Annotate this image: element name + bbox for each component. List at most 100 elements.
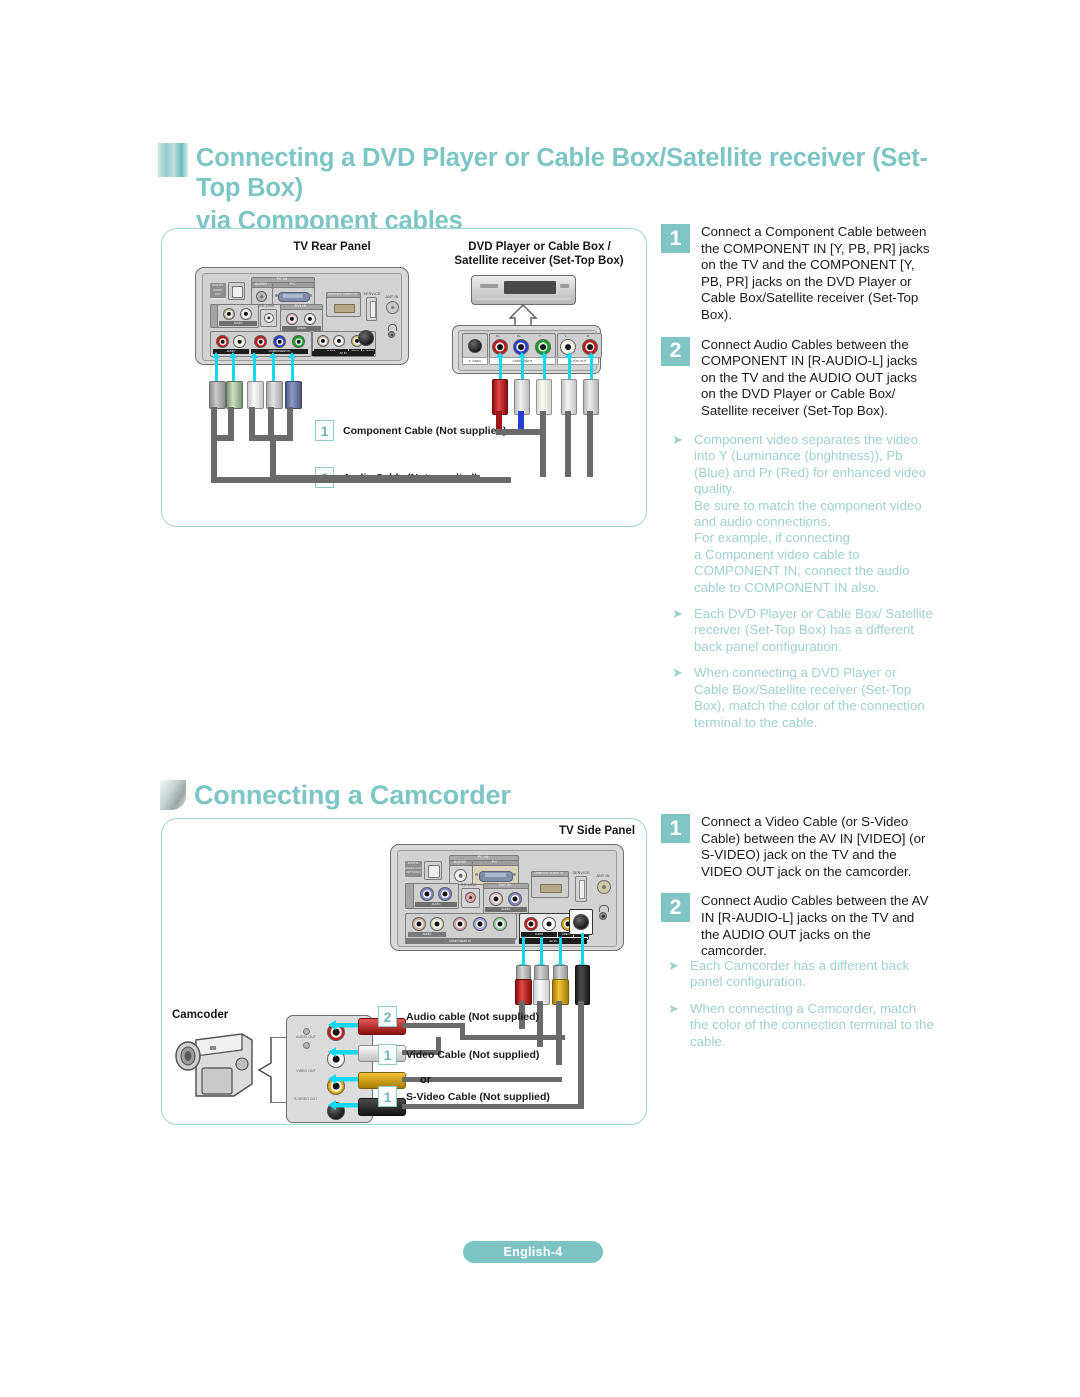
note-text: Each DVD Player or Cable Box/ Satellite … <box>694 606 933 654</box>
step-item: 1 Connect a Component Cable between the … <box>661 224 933 324</box>
tv-rear-panel-caption: TV Rear Panel <box>293 241 371 253</box>
headphone-jack <box>388 331 395 338</box>
cable-plug-svideo-side <box>575 965 590 1005</box>
note-bullet-icon: ➤ <box>672 432 683 447</box>
label-dvd-s-video: S-VIDEO <box>462 357 488 365</box>
note-text: When connecting a Camcorder, match the c… <box>690 1000 934 1049</box>
step-item: 1 Connect a Video Cable (or S-Video Cabl… <box>661 814 933 880</box>
tv-side-panel-caption: TV Side Panel <box>558 825 636 837</box>
section1-notes: ➤ Component video separates the video in… <box>672 432 934 741</box>
note-item: ➤ Each Camcorder has a different back pa… <box>668 958 934 991</box>
callout-component-cable: 1 Component Cable (Not supplied) <box>315 420 506 441</box>
note-item: ➤ When connecting a Camcorder, match the… <box>668 1001 934 1050</box>
note-bullet-icon: ➤ <box>672 606 683 622</box>
jack-pb <box>273 335 286 348</box>
dvd-panel-caption-line2: Satellite receiver (Set-Top Box) <box>454 255 624 267</box>
section2-diagram: TV Side Panel DIGITAL AUDIO OUT (OPTICAL… <box>161 818 647 1125</box>
section2-notes: ➤ Each Camcorder has a different back pa… <box>668 958 934 1060</box>
label-digital-audio-out: DIGITAL AUDIO OUT (OPTICAL) <box>210 283 226 301</box>
headphone-jack-side <box>599 912 607 920</box>
dvd-player-graphic <box>471 275 576 305</box>
callout-label: Component Cable (Not supplied) <box>343 424 507 437</box>
jack-audio-r <box>216 335 229 348</box>
cable-plug-white <box>561 379 577 415</box>
note-bullet-icon: ➤ <box>668 1000 679 1016</box>
step-number: 1 <box>661 814 690 843</box>
camcorder-icon <box>175 1033 253 1097</box>
section1-steps: 1 Connect a Component Cable between the … <box>661 224 933 433</box>
connection-arrow <box>556 937 565 970</box>
camcorder-label: Camcoder <box>172 1009 229 1021</box>
cable-plug <box>285 381 302 409</box>
step-text: Connect a Video Cable (or S-Video Cable)… <box>701 814 926 879</box>
camcorder-jack-label: AUDIO OUT <box>296 1035 316 1039</box>
camcorder-jack-label: VIDEO OUT <box>296 1069 316 1073</box>
connection-arrow <box>519 937 528 970</box>
jack-pr <box>254 335 267 348</box>
cable-plug-red2 <box>583 379 599 415</box>
cable-plug-green <box>536 379 552 415</box>
connection-arrow <box>578 933 587 970</box>
step-text: Connect Audio Cables between the COMPONE… <box>701 336 918 418</box>
label2-component-in: COMPONENT IN <box>405 938 515 944</box>
ant-in-jack <box>386 301 399 314</box>
connection-arrow <box>537 937 546 970</box>
step-item: 2 Connect Audio Cables between the COMPO… <box>661 336 933 420</box>
camcorder-bracket-icon <box>257 1037 287 1103</box>
label-ant-in: ANT IN <box>385 295 399 299</box>
callout-number: 1 <box>378 1086 397 1107</box>
component-in-block-side: AUDIO <box>405 913 517 940</box>
callout-video-cable-cam: 1 Video Cable (Not supplied) <box>378 1044 539 1065</box>
callout-svideo-cable-cam: 1 S-Video Cable (Not supplied) <box>378 1086 550 1107</box>
dvd-rear-jacks: S-VIDEO PR PB Y COMPONENT L R AUDIO OUT <box>452 325 602 374</box>
connection-arrow <box>269 352 278 383</box>
s-video-jack <box>358 330 374 346</box>
connection-arrow <box>587 352 596 381</box>
ant-in-jack-side <box>597 880 611 894</box>
connection-arrow <box>288 352 297 383</box>
step-text: Connect Audio Cables between the AV IN [… <box>701 893 929 959</box>
connection-arrow <box>518 352 527 381</box>
label2-digital-audio-out: DIGITAL AUDIO OUT (OPTICAL) <box>405 861 422 877</box>
step-number: 2 <box>661 893 690 923</box>
cable-plug <box>226 381 243 409</box>
note-item: ➤ When connecting a DVD Player or Cable … <box>672 665 934 731</box>
or-label: or <box>420 1074 431 1086</box>
jack-y <box>292 335 305 348</box>
section1-diagram: TV Rear Panel DVD Player or Cable Box / … <box>161 228 647 527</box>
section2-steps: 1 Connect a Video Cable (or S-Video Cabl… <box>661 814 933 973</box>
section2-title: Connecting a Camcorder <box>160 780 511 811</box>
note-item: ➤ Component video separates the video in… <box>672 432 934 596</box>
callout-label: Audio cable (Not supplied) <box>406 1010 539 1023</box>
tv-rear-panel-graphic: DIGITAL AUDIO OUT (OPTICAL) PC IN AUDIO … <box>195 267 409 365</box>
note-item: ➤ Each DVD Player or Cable Box/ Satellit… <box>672 606 934 655</box>
step-item: 2 Connect Audio Cables between the AV IN… <box>661 893 933 959</box>
connection-arrow <box>540 352 549 381</box>
manual-page: Connecting a DVD Player or Cable Box/Sat… <box>0 0 1080 1397</box>
dvd-panel-caption-line1: DVD Player or Cable Box / <box>468 241 611 253</box>
av-jack-audio-r <box>524 917 538 931</box>
cable-plug-red <box>492 379 508 415</box>
jack-audio-l <box>233 335 246 348</box>
note-bullet-icon: ➤ <box>672 665 683 681</box>
step-number: 2 <box>661 336 690 366</box>
note-text: Component video separates the video into… <box>694 432 927 595</box>
av-jack-s-video <box>573 914 589 930</box>
connection-arrow <box>250 352 259 383</box>
label-component-in: COMPONENT IN <box>251 349 308 354</box>
title-bullet-icon <box>158 143 188 177</box>
callout-number: 1 <box>378 1044 397 1065</box>
note-text: When connecting a DVD Player or Cable Bo… <box>694 665 925 730</box>
cable-plug <box>247 381 264 409</box>
connection-arrow <box>229 352 238 383</box>
callout-audio-cable-cam: 2 Audio cable (Not supplied) <box>378 1006 539 1027</box>
note-text: Each Camcorder has a different back pane… <box>690 958 910 990</box>
tv-side-panel-graphic: DIGITAL AUDIO OUT (OPTICAL) PC IN AUDIO … <box>390 844 624 951</box>
callout-label: S-Video Cable (Not supplied) <box>406 1090 550 1103</box>
connection-arrow <box>496 352 505 381</box>
note-bullet-icon: ➤ <box>668 958 679 973</box>
section2-title-text: Connecting a Camcorder <box>194 780 511 810</box>
section1-title: Connecting a DVD Player or Cable Box/Sat… <box>158 143 948 236</box>
step-text: Connect a Component Cable between the CO… <box>701 224 930 322</box>
cable-plug-blue <box>514 379 530 415</box>
